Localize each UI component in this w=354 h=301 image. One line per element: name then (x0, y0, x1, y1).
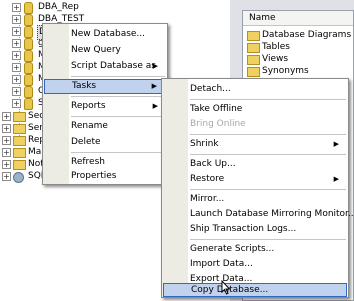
tasks-submenu: Detach... Take Offline Bring Online Shri… (161, 78, 354, 298)
menu-item-import-data[interactable]: Import Data... (163, 257, 347, 272)
expand-icon[interactable]: + (12, 27, 21, 36)
expand-icon[interactable]: + (12, 75, 21, 84)
menu-item-shrink[interactable]: Shrink ▶ (163, 137, 347, 152)
menu-separator (190, 99, 346, 100)
menu-item-label: Script Database as (71, 61, 156, 71)
menu-item-label: Reports (71, 101, 106, 111)
menu-separator (71, 76, 165, 77)
menu-item-mirror[interactable]: Mirror... (163, 192, 347, 207)
folder-icon (13, 148, 26, 158)
menu-item-new-query[interactable]: New Query (44, 43, 166, 58)
menu-item-properties[interactable]: Properties (44, 169, 166, 184)
folder-icon (13, 112, 26, 122)
menu-separator (71, 152, 165, 153)
database-context-menu: New Database... New Query Script Databas… (42, 23, 168, 185)
menu-item-refresh[interactable]: Refresh (44, 155, 166, 170)
menu-item-new-database[interactable]: New Database... (44, 27, 166, 42)
menu-item-back-up[interactable]: Back Up... (163, 157, 347, 172)
menu-item-script-database-as[interactable]: Script Database as ▶ (44, 59, 166, 74)
expand-icon[interactable]: + (2, 148, 11, 157)
menu-item-label: Restore (190, 174, 225, 184)
folder-icon (247, 31, 260, 41)
expand-icon[interactable]: + (12, 3, 21, 12)
list-item-label: Database Diagrams (262, 30, 352, 40)
expand-icon[interactable]: + (12, 99, 21, 108)
expand-icon[interactable]: + (12, 15, 21, 24)
list-item-label: Views (262, 54, 289, 64)
list-item-label: Tables (262, 42, 290, 52)
folder-icon (13, 136, 26, 146)
submenu-arrow-icon: ▶ (152, 62, 158, 70)
list-item-label: Synonyms (262, 66, 309, 76)
menu-separator (190, 189, 346, 190)
folder-icon (13, 124, 26, 134)
submenu-arrow-icon: ▶ (151, 82, 157, 90)
menu-item-detach[interactable]: Detach... (163, 82, 347, 97)
menu-item-label: Shrink (190, 139, 219, 149)
expand-icon[interactable]: + (12, 51, 21, 60)
submenu-arrow-icon: ▶ (333, 175, 339, 183)
database-icon (24, 98, 33, 110)
menu-item-reports[interactable]: Reports ▶ (44, 99, 166, 114)
expand-icon[interactable]: + (2, 112, 11, 121)
menu-separator (190, 154, 346, 155)
menu-item-tasks[interactable]: Tasks ▶ (44, 79, 166, 94)
expand-icon[interactable]: + (12, 39, 21, 48)
sql-agent-icon (13, 172, 24, 183)
folder-icon (247, 55, 260, 65)
name-column-header[interactable]: Name (243, 11, 353, 26)
expand-icon[interactable]: + (12, 63, 21, 72)
menu-separator (71, 116, 165, 117)
submenu-arrow-icon: ▶ (333, 140, 339, 148)
menu-item-copy-database[interactable]: Copy Database... (163, 283, 347, 297)
menu-item-generate-scripts[interactable]: Generate Scripts... (163, 242, 347, 257)
menu-item-launch-mirroring-monitor[interactable]: Launch Database Mirroring Monitor... (163, 207, 354, 222)
menu-item-bring-online: Bring Online (190, 119, 246, 129)
menu-item-delete[interactable]: Delete (44, 135, 166, 150)
menu-item-label: Tasks (72, 81, 97, 91)
folder-icon (247, 67, 260, 77)
menu-separator (190, 134, 346, 135)
menu-item-restore[interactable]: Restore ▶ (163, 172, 347, 187)
expand-icon[interactable]: + (12, 87, 21, 96)
menu-item-rename[interactable]: Rename (44, 119, 166, 134)
folder-icon (13, 160, 26, 170)
menu-item-ship-transaction-logs[interactable]: Ship Transaction Logs... (163, 222, 347, 237)
menu-item-take-offline[interactable]: Take Offline (163, 102, 347, 117)
expand-icon[interactable]: + (2, 172, 11, 181)
menu-separator (190, 239, 346, 240)
expand-icon[interactable]: + (2, 160, 11, 169)
expand-icon[interactable]: + (2, 136, 11, 145)
menu-separator (71, 96, 165, 97)
expand-icon[interactable]: + (2, 124, 11, 133)
mouse-pointer-icon (221, 280, 231, 295)
submenu-arrow-icon: ▶ (152, 102, 158, 110)
folder-icon (247, 43, 260, 53)
